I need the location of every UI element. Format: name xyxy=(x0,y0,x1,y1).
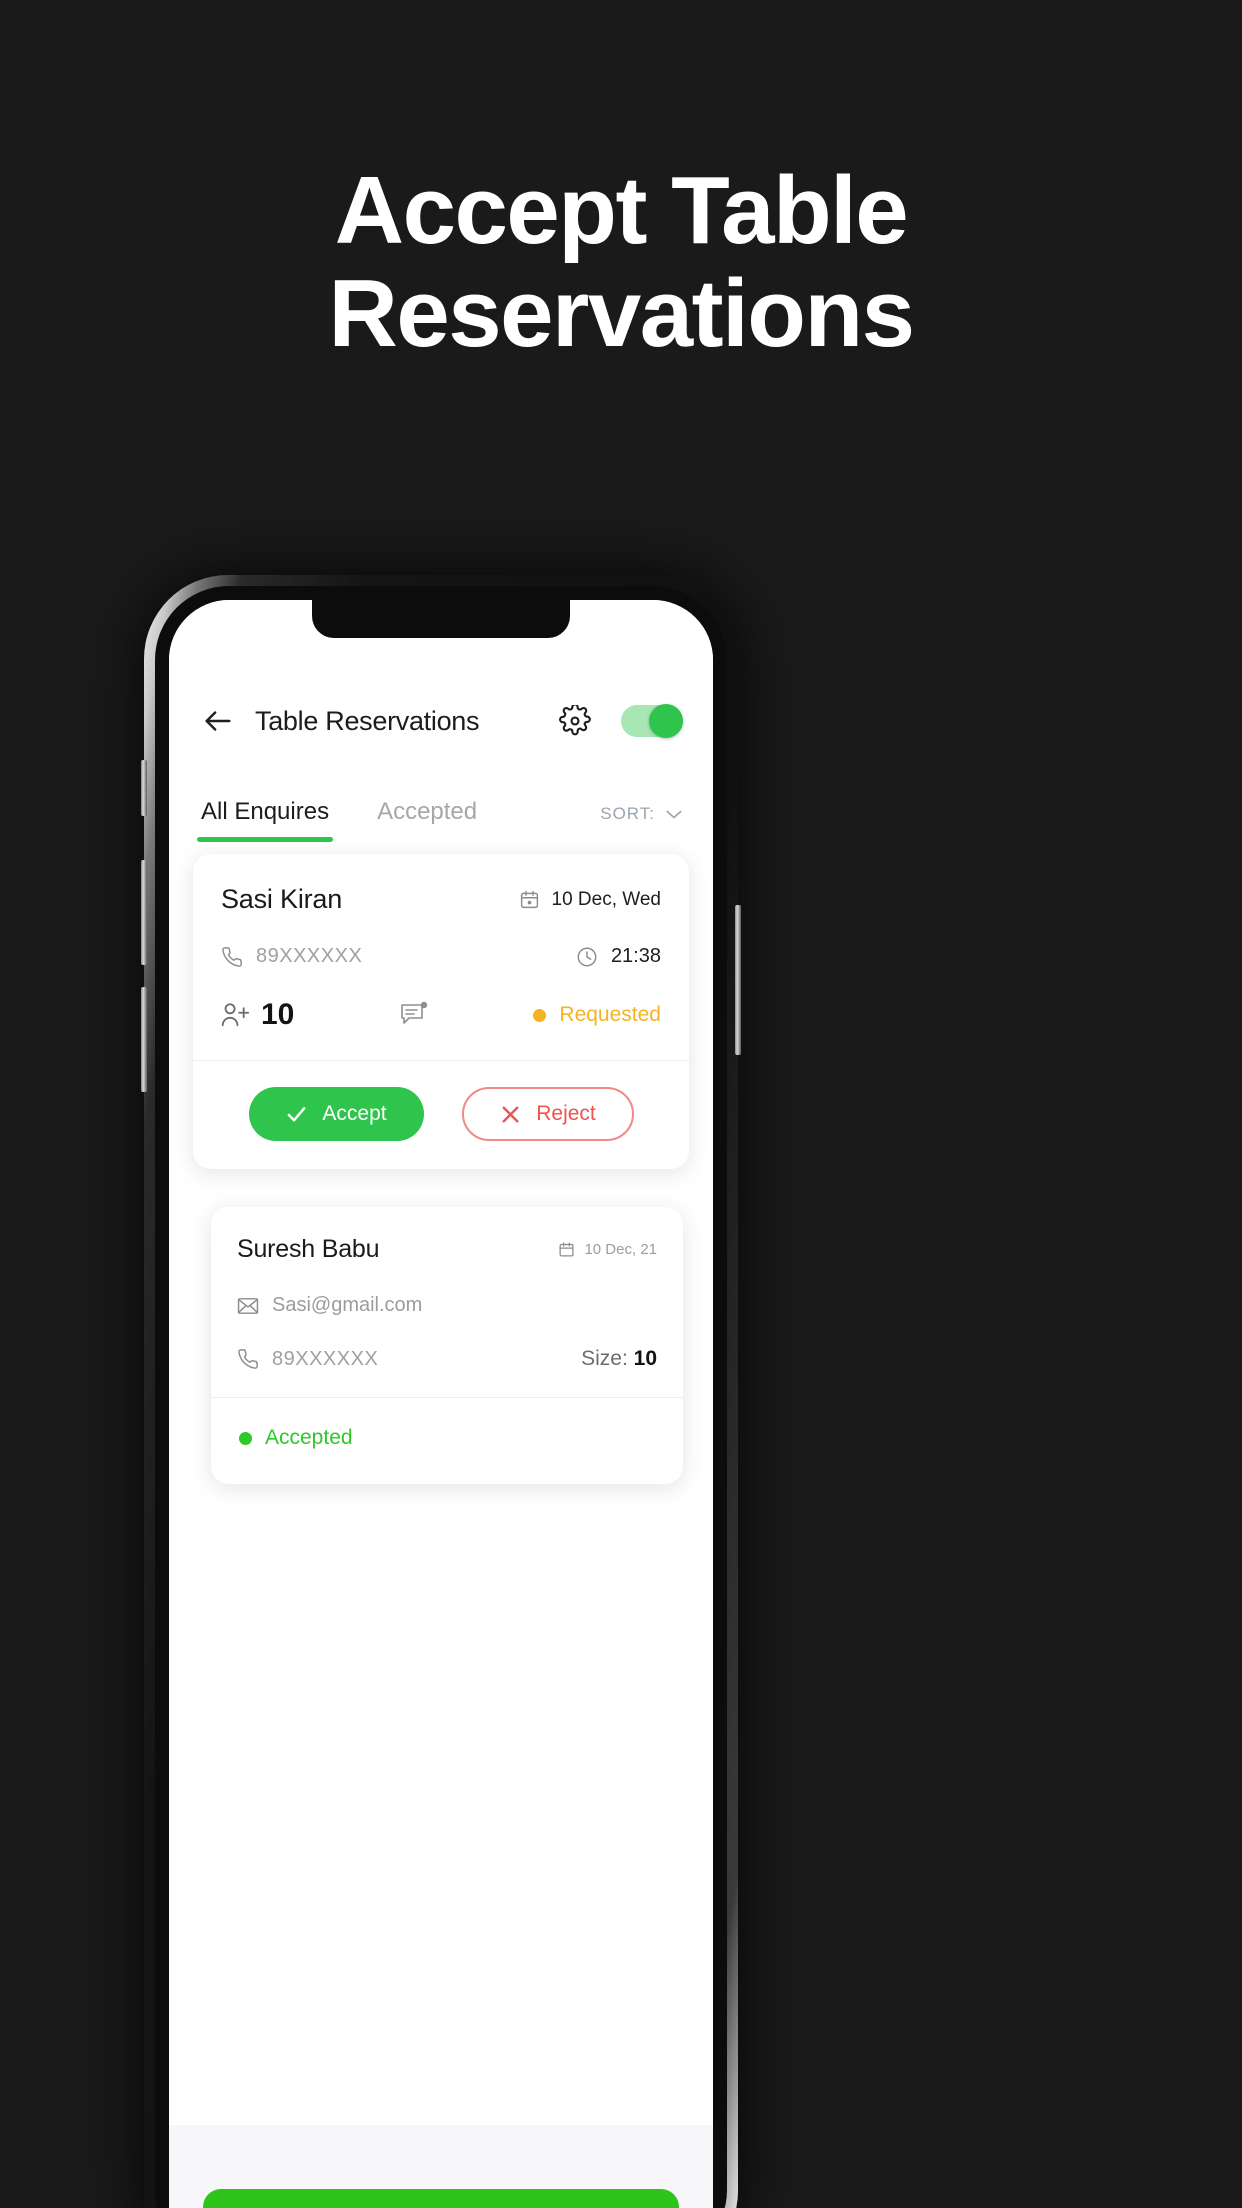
status-label: Requested xyxy=(559,1003,661,1026)
phone-mockup: Table Reservations All Enquires Accepted xyxy=(141,575,741,2208)
status-dot xyxy=(239,1431,252,1445)
chevron-down-icon[interactable] xyxy=(665,809,683,820)
silent-switch[interactable] xyxy=(141,760,147,816)
bottom-cta-area xyxy=(169,2125,713,2208)
calendar-icon xyxy=(520,890,538,909)
card-row-phone-time: 89XXXXXX 21:38 xyxy=(221,945,661,968)
card-actions: Accept Reject xyxy=(221,1061,661,1169)
card-row-name-date: Suresh Babu 10 Dec, 21 xyxy=(237,1235,657,1264)
card-row-name-date: Sasi Kiran 10 Dec, Wed xyxy=(221,884,661,915)
reservation-list: Sasi Kiran 10 Dec, Wed 89XXXXXX 21:38 10… xyxy=(169,842,713,2208)
phone-icon xyxy=(238,1349,258,1369)
back-arrow-icon[interactable] xyxy=(201,704,235,738)
size-value: 10 xyxy=(633,1347,657,1370)
date-value: 10 Dec, 21 xyxy=(584,1241,657,1258)
guest-phone: 89XXXXXX xyxy=(237,1348,378,1371)
reservation-card[interactable]: Suresh Babu 10 Dec, 21 Sasi@gmail.com 89… xyxy=(211,1207,683,1484)
guest-name: Suresh Babu xyxy=(237,1235,380,1263)
status-badge: Accepted xyxy=(239,1426,657,1450)
hero-line-1: Accept Table xyxy=(334,157,909,264)
accept-button[interactable]: Accept xyxy=(248,1087,424,1141)
card-status-row: Accepted xyxy=(237,1398,657,1484)
card-row-guests-status: 10 Requested xyxy=(221,998,661,1032)
toggle-knob xyxy=(649,704,683,738)
tab-accepted[interactable]: Accepted xyxy=(377,798,477,842)
email-value: Sasi@gmail.com xyxy=(272,1294,423,1316)
phone-notch xyxy=(312,600,570,638)
gear-icon[interactable] xyxy=(559,705,591,737)
app-viewport: Table Reservations All Enquires Accepted xyxy=(169,600,713,2208)
guest-email: Sasi@gmail.com xyxy=(237,1294,422,1317)
status-label: Accepted xyxy=(265,1426,353,1449)
reservation-date: 10 Dec, Wed xyxy=(519,889,661,911)
availability-toggle[interactable] xyxy=(621,704,683,738)
screenshot-root: Accept Table Reservations Table Reservat… xyxy=(0,0,1242,2208)
primary-cta-button[interactable] xyxy=(203,2189,679,2208)
envelope-icon xyxy=(237,1297,259,1314)
status-badge: Requested xyxy=(533,1003,661,1027)
clock-icon xyxy=(577,947,597,966)
reject-button[interactable]: Reject xyxy=(461,1087,634,1141)
power-button[interactable] xyxy=(735,905,741,1055)
page-title: Table Reservations xyxy=(255,705,480,736)
phone-screen: Table Reservations All Enquires Accepted xyxy=(169,600,713,2208)
calendar-icon xyxy=(559,1242,574,1257)
reservation-card[interactable]: Sasi Kiran 10 Dec, Wed 89XXXXXX 21:38 10… xyxy=(193,854,689,1169)
card-row-email: Sasi@gmail.com xyxy=(237,1294,657,1317)
hero-headline: Accept Table Reservations xyxy=(0,157,1242,367)
reservation-date: 10 Dec, 21 xyxy=(558,1241,657,1258)
guest-phone: 89XXXXXX xyxy=(221,945,362,968)
hero-line-2: Reservations xyxy=(328,259,915,367)
reject-label: Reject xyxy=(536,1102,596,1125)
guest-count: 10 xyxy=(221,998,294,1032)
close-icon xyxy=(502,1106,519,1122)
status-dot xyxy=(533,1008,547,1022)
card-row-phone-size: 89XXXXXX Size: 10 xyxy=(237,1347,657,1371)
reservation-time: 21:38 xyxy=(576,945,661,968)
accept-label: Accept xyxy=(322,1102,387,1125)
app-header: Table Reservations xyxy=(169,686,713,756)
tab-all-enquires[interactable]: All Enquires xyxy=(196,798,334,842)
volume-up-button[interactable] xyxy=(141,860,147,965)
phone-value: 89XXXXXX xyxy=(256,945,363,967)
phone-value: 89XXXXXX xyxy=(272,1347,379,1370)
guest-count-value: 10 xyxy=(261,998,295,1031)
sort-label: SORT: xyxy=(600,804,655,823)
phone-icon xyxy=(222,946,242,967)
tabs-bar: All Enquires Accepted SORT: xyxy=(169,756,713,842)
person-add-icon xyxy=(221,1003,250,1027)
sort-control[interactable]: SORT: xyxy=(600,804,683,842)
time-value: 21:38 xyxy=(610,945,661,967)
volume-down-button[interactable] xyxy=(141,987,147,1092)
size-label: Size: xyxy=(581,1347,628,1370)
party-size: Size: 10 xyxy=(581,1347,657,1371)
date-value: 10 Dec, Wed xyxy=(551,888,661,910)
note-icon[interactable] xyxy=(399,1001,429,1029)
check-icon xyxy=(287,1106,306,1121)
guest-name: Sasi Kiran xyxy=(221,884,343,914)
